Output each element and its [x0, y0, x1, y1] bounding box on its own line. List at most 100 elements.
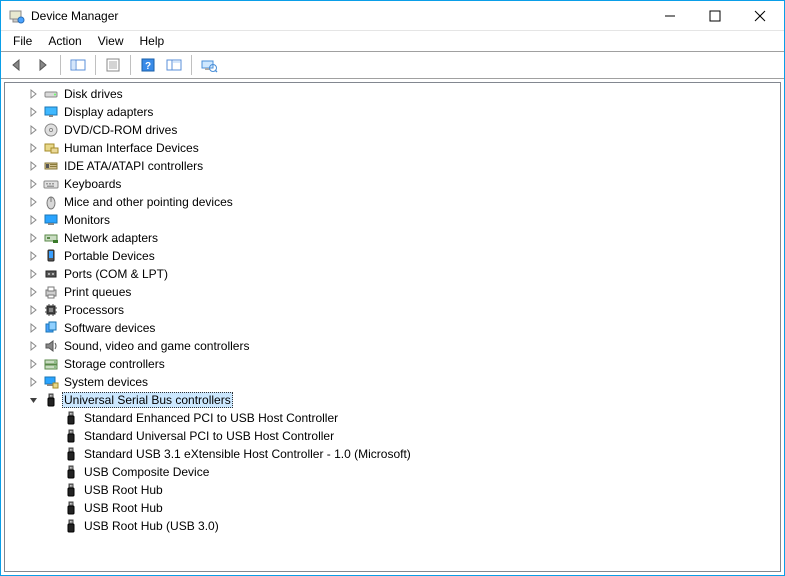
- chevron-right-icon[interactable]: [27, 249, 41, 263]
- port-icon: [43, 266, 59, 282]
- tree-category[interactable]: Sound, video and game controllers: [5, 337, 780, 355]
- chevron-right-icon[interactable]: [27, 123, 41, 137]
- ide-icon: [43, 158, 59, 174]
- tree-category[interactable]: Human Interface Devices: [5, 139, 780, 157]
- tree-category[interactable]: System devices: [5, 373, 780, 391]
- tree-device-label[interactable]: USB Composite Device: [82, 464, 211, 480]
- chevron-right-icon[interactable]: [27, 321, 41, 335]
- tree-device[interactable]: USB Root Hub: [5, 481, 780, 499]
- tree-category-label[interactable]: DVD/CD-ROM drives: [62, 122, 179, 138]
- usb-device-icon: [63, 464, 79, 480]
- usb-device-icon: [63, 500, 79, 516]
- tree-category-label[interactable]: Network adapters: [62, 230, 160, 246]
- chevron-right-icon[interactable]: [27, 141, 41, 155]
- tree-category[interactable]: Network adapters: [5, 229, 780, 247]
- tree-category-label[interactable]: Disk drives: [62, 86, 125, 102]
- chevron-right-icon[interactable]: [27, 339, 41, 353]
- tree-category[interactable]: Print queues: [5, 283, 780, 301]
- chevron-right-icon[interactable]: [27, 105, 41, 119]
- chevron-right-icon[interactable]: [27, 87, 41, 101]
- tree-category[interactable]: Monitors: [5, 211, 780, 229]
- tree-category-label[interactable]: Portable Devices: [62, 248, 157, 264]
- tree-category-label[interactable]: Monitors: [62, 212, 112, 228]
- tree-category-label[interactable]: Storage controllers: [62, 356, 167, 372]
- toolbar: ?: [1, 51, 784, 79]
- tree-category[interactable]: DVD/CD-ROM drives: [5, 121, 780, 139]
- device-tree[interactable]: Disk drives Display adapters DVD/CD-ROM dr…: [5, 83, 780, 571]
- chevron-right-icon[interactable]: [27, 195, 41, 209]
- tree-category-label[interactable]: Software devices: [62, 320, 157, 336]
- menu-view[interactable]: View: [90, 32, 132, 50]
- tree-category[interactable]: Keyboards: [5, 175, 780, 193]
- tree-category-label[interactable]: Human Interface Devices: [62, 140, 201, 156]
- maximize-button[interactable]: [692, 1, 737, 30]
- mouse-icon: [43, 194, 59, 210]
- display-icon: [43, 104, 59, 120]
- tree-device-label[interactable]: USB Root Hub: [82, 500, 165, 516]
- tree-category[interactable]: IDE ATA/ATAPI controllers: [5, 157, 780, 175]
- tree-device-label[interactable]: Standard Universal PCI to USB Host Contr…: [82, 428, 336, 444]
- chevron-right-icon[interactable]: [27, 159, 41, 173]
- chevron-right-icon[interactable]: [27, 357, 41, 371]
- chevron-right-icon[interactable]: [27, 285, 41, 299]
- action-button[interactable]: [162, 54, 186, 76]
- tree-category[interactable]: Disk drives: [5, 85, 780, 103]
- tree-category-label[interactable]: Universal Serial Bus controllers: [62, 392, 233, 408]
- help-button[interactable]: ?: [136, 54, 160, 76]
- chevron-right-icon[interactable]: [27, 303, 41, 317]
- tree-device-label[interactable]: USB Root Hub (USB 3.0): [82, 518, 221, 534]
- nav-forward-button[interactable]: [31, 54, 55, 76]
- scan-hardware-button[interactable]: [197, 54, 221, 76]
- cpu-icon: [43, 302, 59, 318]
- menu-action[interactable]: Action: [40, 32, 89, 50]
- chevron-down-icon[interactable]: [27, 393, 41, 407]
- tree-category-label[interactable]: Ports (COM & LPT): [62, 266, 170, 282]
- tree-category[interactable]: Display adapters: [5, 103, 780, 121]
- show-hide-tree-button[interactable]: [66, 54, 90, 76]
- usb-device-icon: [63, 428, 79, 444]
- tree-category-label[interactable]: Sound, video and game controllers: [62, 338, 251, 354]
- tree-device-label[interactable]: Standard USB 3.1 eXtensible Host Control…: [82, 446, 413, 462]
- tree-device-label[interactable]: USB Root Hub: [82, 482, 165, 498]
- dvd-icon: [43, 122, 59, 138]
- tree-device[interactable]: USB Root Hub: [5, 499, 780, 517]
- keyboard-icon: [43, 176, 59, 192]
- tree-category[interactable]: Portable Devices: [5, 247, 780, 265]
- tree-device[interactable]: USB Composite Device: [5, 463, 780, 481]
- tree-device-label[interactable]: Standard Enhanced PCI to USB Host Contro…: [82, 410, 340, 426]
- chevron-right-icon[interactable]: [27, 375, 41, 389]
- portable-icon: [43, 248, 59, 264]
- tree-device[interactable]: Standard USB 3.1 eXtensible Host Control…: [5, 445, 780, 463]
- tree-category-label[interactable]: Display adapters: [62, 104, 155, 120]
- tree-category-label[interactable]: IDE ATA/ATAPI controllers: [62, 158, 205, 174]
- tree-device[interactable]: USB Root Hub (USB 3.0): [5, 517, 780, 535]
- menu-help[interactable]: Help: [132, 32, 173, 50]
- sound-icon: [43, 338, 59, 354]
- chevron-right-icon[interactable]: [27, 213, 41, 227]
- tree-category[interactable]: Universal Serial Bus controllers: [5, 391, 780, 409]
- toolbar-separator: [95, 55, 96, 75]
- tree-category[interactable]: Software devices: [5, 319, 780, 337]
- monitor-icon: [43, 212, 59, 228]
- tree-device[interactable]: Standard Enhanced PCI to USB Host Contro…: [5, 409, 780, 427]
- properties-button[interactable]: [101, 54, 125, 76]
- menu-file[interactable]: File: [5, 32, 40, 50]
- tree-category-label[interactable]: Print queues: [62, 284, 133, 300]
- usb-device-icon: [63, 446, 79, 462]
- chevron-right-icon[interactable]: [27, 177, 41, 191]
- tree-category[interactable]: Storage controllers: [5, 355, 780, 373]
- tree-device[interactable]: Standard Universal PCI to USB Host Contr…: [5, 427, 780, 445]
- tree-category[interactable]: Mice and other pointing devices: [5, 193, 780, 211]
- close-button[interactable]: [737, 1, 782, 30]
- nav-back-button[interactable]: [5, 54, 29, 76]
- chevron-right-icon[interactable]: [27, 231, 41, 245]
- title-bar: Device Manager: [1, 1, 784, 31]
- tree-category[interactable]: Processors: [5, 301, 780, 319]
- minimize-button[interactable]: [647, 1, 692, 30]
- tree-category-label[interactable]: Mice and other pointing devices: [62, 194, 235, 210]
- tree-category-label[interactable]: Keyboards: [62, 176, 123, 192]
- chevron-right-icon[interactable]: [27, 267, 41, 281]
- tree-category[interactable]: Ports (COM & LPT): [5, 265, 780, 283]
- tree-category-label[interactable]: Processors: [62, 302, 126, 318]
- tree-category-label[interactable]: System devices: [62, 374, 150, 390]
